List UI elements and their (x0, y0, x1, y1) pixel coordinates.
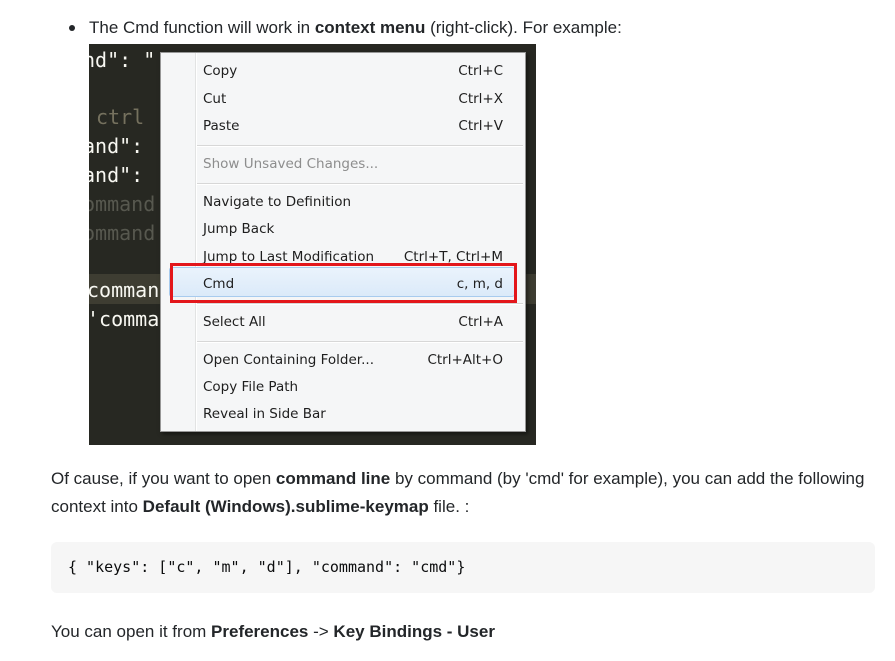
menu-item-navigate-to-definition[interactable]: Navigate to Definition (203, 191, 503, 213)
menu-item-label: Navigate to Definition (203, 194, 352, 210)
editor-line: and": (89, 134, 144, 158)
menu-item-label: Copy File Path (203, 379, 299, 395)
code-block: { "keys": ["c", "m", "d"], "command": "c… (51, 542, 875, 593)
para-bold: command line (275, 469, 391, 488)
menu-gutter (195, 53, 197, 431)
editor-line: ommand (89, 221, 156, 245)
editor-line: nd": " (89, 48, 156, 72)
para-text: Of cause, if you want to open (51, 469, 276, 488)
menu-item-open-containing-folder[interactable]: Open Containing Folder... Ctrl+Alt+O (203, 349, 503, 371)
menu-item-cut[interactable]: Cut Ctrl+X (203, 88, 503, 110)
context-menu: Copy Ctrl+C Cut Ctrl+X Paste Ctrl+V Show… (160, 52, 526, 432)
menu-item-reveal-in-side-bar[interactable]: Reveal in Side Bar (203, 403, 503, 425)
menu-item-label: Paste (203, 118, 240, 134)
footer-bold: Preferences (211, 622, 309, 641)
footer-bold: Key Bindings - User (333, 622, 495, 641)
para-bold: Default (Windows).sublime-keymap (142, 497, 429, 516)
menu-item-label: Select All (203, 314, 266, 330)
bullet-dot (69, 25, 75, 31)
intro-bold: context menu (314, 18, 426, 37)
menu-item-shortcut: Ctrl+V (458, 118, 503, 134)
menu-item-jump-back[interactable]: Jump Back (203, 218, 503, 240)
menu-item-copy-file-path[interactable]: Copy File Path (203, 376, 503, 398)
footer-text: -> (308, 622, 334, 641)
menu-item-shortcut: Ctrl+C (458, 63, 503, 79)
paragraph-keymap: Of cause, if you want to open command li… (51, 465, 881, 521)
menu-separator (197, 341, 523, 343)
menu-item-shortcut: Ctrl+A (458, 314, 503, 330)
editor-screenshot: nd": " ctrl and": and": ommand ommand co… (89, 44, 536, 445)
menu-item-paste[interactable]: Paste Ctrl+V (203, 115, 503, 137)
menu-separator (197, 183, 523, 185)
menu-item-show-unsaved-changes: Show Unsaved Changes... (203, 153, 503, 175)
menu-item-label: Show Unsaved Changes... (203, 156, 379, 172)
intro-line: The Cmd function will work in context me… (89, 16, 879, 40)
menu-separator (197, 145, 523, 147)
editor-line: and": (89, 163, 144, 187)
menu-item-select-all[interactable]: Select All Ctrl+A (203, 311, 503, 333)
intro-text: The Cmd function will work in (89, 18, 315, 37)
para-text: file. : (428, 497, 470, 516)
intro-text-after: (right-click). For example: (425, 18, 622, 37)
menu-item-label: Open Containing Folder... (203, 352, 374, 368)
menu-item-copy[interactable]: Copy Ctrl+C (203, 60, 503, 82)
menu-item-label: Reveal in Side Bar (203, 406, 326, 422)
menu-item-shortcut: Ctrl+X (458, 91, 503, 107)
menu-separator (197, 303, 523, 305)
highlight-box (170, 263, 517, 303)
menu-item-label: Copy (203, 63, 238, 79)
editor-line: comman (89, 278, 160, 302)
menu-item-shortcut: Ctrl+Alt+O (427, 352, 503, 368)
footer-text: You can open it from (51, 622, 212, 641)
paragraph-footer: You can open it from Preferences -> Key … (51, 618, 881, 646)
menu-item-label: Jump Back (203, 221, 275, 237)
editor-line: 'comma (89, 307, 160, 331)
menu-item-label: Cut (203, 91, 227, 107)
editor-line: ommand (89, 192, 156, 216)
editor-line: ctrl (96, 105, 145, 129)
